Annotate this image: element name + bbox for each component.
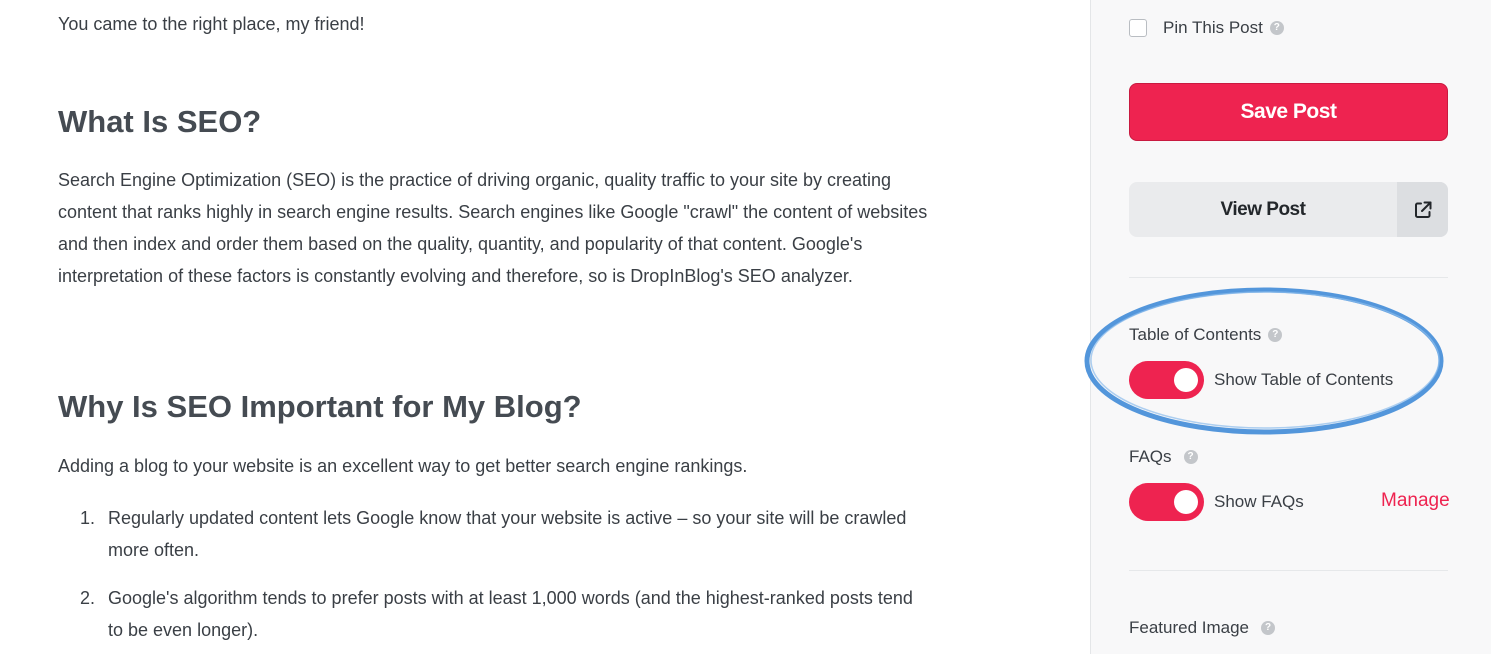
- intro-text: You came to the right place, my friend!: [58, 14, 365, 34]
- toggle-knob: [1174, 490, 1198, 514]
- table-of-contents-label: Table of Contents: [1129, 325, 1262, 344]
- show-faqs-label: Show FAQs: [1214, 492, 1304, 511]
- external-link-icon[interactable]: [1397, 182, 1448, 237]
- table-of-contents-toggle-row: Show Table of Contents: [1129, 361, 1393, 399]
- list-item: 2. Google's algorithm tends to prefer po…: [58, 582, 918, 646]
- pin-post-checkbox[interactable]: [1129, 19, 1147, 37]
- pin-post-row: Pin This Post ?: [1129, 17, 1284, 39]
- section-divider: [1129, 277, 1448, 278]
- featured-image-heading: Featured Image ?: [1129, 618, 1276, 638]
- question-circle-icon[interactable]: ?: [1268, 328, 1283, 342]
- list-item: 1. Regularly updated content lets Google…: [58, 502, 918, 566]
- manage-faqs-link[interactable]: Manage: [1381, 490, 1450, 512]
- view-post-button[interactable]: View Post: [1129, 182, 1448, 237]
- paragraph-blog-rankings: Adding a blog to your website is an exce…: [58, 456, 748, 476]
- pin-post-label: Pin This Post: [1163, 18, 1263, 37]
- show-table-of-contents-toggle[interactable]: [1129, 361, 1204, 399]
- seo-reasons-list-continued: 2. Google's algorithm tends to prefer po…: [58, 582, 918, 646]
- featured-image-label: Featured Image: [1129, 618, 1250, 637]
- paragraph-seo-definition: Search Engine Optimization (SEO) is the …: [58, 170, 928, 286]
- question-circle-icon[interactable]: ?: [1269, 21, 1284, 35]
- toggle-knob: [1174, 368, 1198, 392]
- list-item-number: 1.: [80, 508, 96, 528]
- list-item-text: Google's algorithm tends to prefer posts…: [108, 588, 913, 640]
- heading-why-seo-important: Why Is SEO Important for My Blog?: [58, 389, 582, 424]
- section-divider: [1129, 570, 1448, 571]
- faqs-toggle-row: Show FAQs: [1129, 483, 1304, 521]
- post-settings-sidebar: Pin This Post ? Save Post View Post Tabl…: [1090, 0, 1491, 654]
- seo-reasons-list: 1. Regularly updated content lets Google…: [58, 502, 918, 566]
- view-post-label: View Post: [1220, 199, 1306, 220]
- list-item-number: 2.: [80, 588, 96, 608]
- heading-what-is-seo: What Is SEO?: [58, 104, 262, 139]
- save-post-button[interactable]: Save Post: [1129, 83, 1448, 141]
- faqs-label: FAQs: [1129, 447, 1172, 466]
- show-table-of-contents-label: Show Table of Contents: [1214, 370, 1394, 389]
- table-of-contents-heading: Table of Contents ?: [1129, 325, 1283, 345]
- question-circle-icon[interactable]: ?: [1183, 450, 1198, 464]
- faqs-heading: FAQs ?: [1129, 447, 1198, 467]
- list-item-text: Regularly updated content lets Google kn…: [108, 508, 907, 560]
- show-faqs-toggle[interactable]: [1129, 483, 1204, 521]
- article-content: You came to the right place, my friend! …: [0, 0, 1090, 654]
- question-circle-icon[interactable]: ?: [1261, 621, 1276, 635]
